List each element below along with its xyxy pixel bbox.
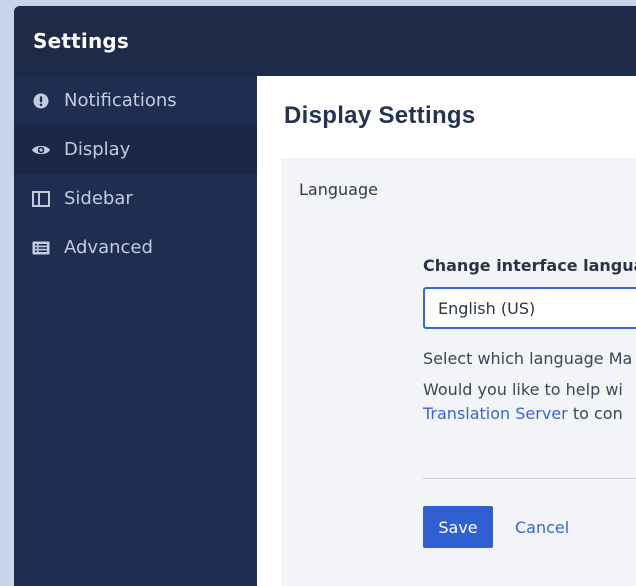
eye-icon: [31, 140, 51, 160]
sidebar-item-label: Notifications: [64, 90, 177, 111]
sidebar-item-label: Display: [64, 139, 131, 160]
sidebar-item-sidebar[interactable]: Sidebar: [14, 174, 257, 223]
exclamation-circle-icon: [31, 91, 51, 111]
title-bar: Settings: [14, 6, 636, 76]
window-title: Settings: [33, 29, 130, 53]
sidebar-layout-icon: [31, 189, 51, 209]
sidebar-item-label: Advanced: [64, 237, 153, 258]
contribute-line-2-text: to con: [572, 404, 623, 423]
divider: [423, 478, 636, 479]
settings-window: Settings Notifications Display Sidebar A…: [14, 6, 636, 586]
contribute-line-2: Translation Server to con: [423, 402, 636, 426]
sidebar-item-label: Sidebar: [64, 188, 133, 209]
cancel-button[interactable]: Cancel: [509, 517, 575, 538]
section-label-language: Language: [299, 180, 378, 199]
contribute-line-1: Would you like to help wi: [423, 380, 623, 399]
save-button[interactable]: Save: [423, 506, 493, 548]
list-panel-icon: [31, 238, 51, 258]
language-panel: Language Change interface langua English…: [281, 158, 636, 586]
main-content: Display Settings Language Change interfa…: [257, 76, 636, 586]
sidebar-item-display[interactable]: Display: [14, 125, 257, 174]
language-field-label: Change interface langua: [423, 256, 636, 275]
contribute-text: Would you like to help wi Translation Se…: [423, 378, 636, 426]
sidebar-item-notifications[interactable]: Notifications: [14, 76, 257, 125]
sidebar: Notifications Display Sidebar Advanced: [14, 76, 257, 586]
language-help-text: Select which language Ma: [423, 349, 633, 368]
page-title: Display Settings: [284, 102, 476, 129]
language-select-value: English (US): [438, 298, 536, 318]
sidebar-item-advanced[interactable]: Advanced: [14, 223, 257, 272]
form-actions: Save Cancel: [423, 506, 575, 548]
translation-server-link[interactable]: Translation Server: [423, 404, 568, 423]
language-select[interactable]: English (US): [423, 287, 636, 329]
language-field: Change interface langua English (US) Sel…: [423, 256, 636, 426]
